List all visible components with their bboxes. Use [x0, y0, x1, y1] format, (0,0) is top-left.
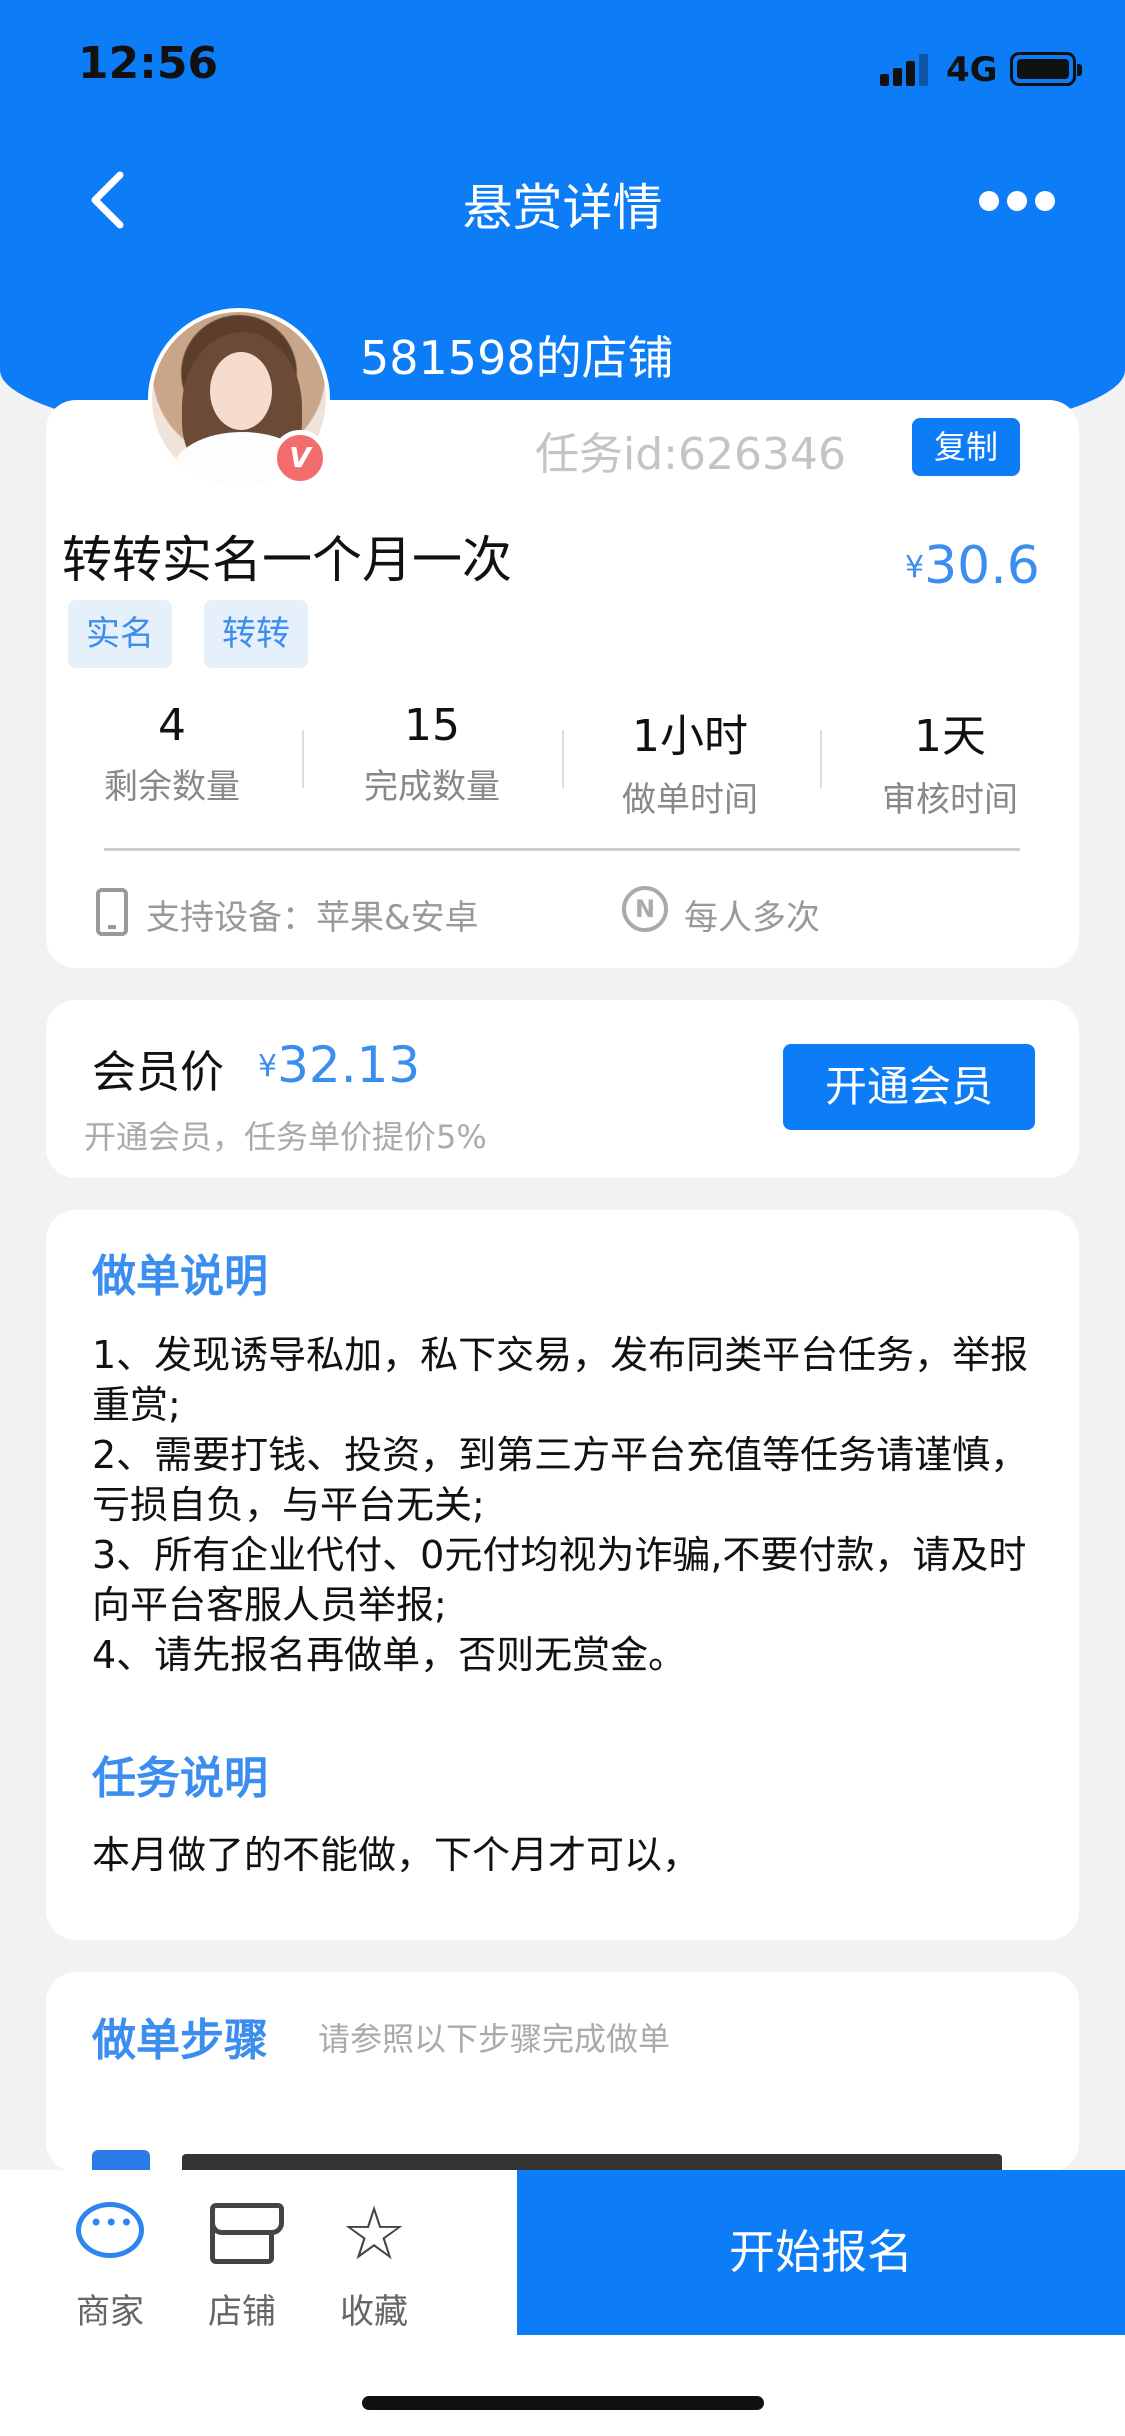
nav-bar: 悬赏详情 — [0, 150, 1125, 250]
stat-divider — [562, 730, 564, 788]
repeat-icon: N — [622, 886, 668, 932]
instructions-body: 1、发现诱导私加，私下交易，发布同类平台任务，举报重赏; 2、需要打钱、投资，到… — [92, 1330, 1032, 1680]
instructions-title: 做单说明 — [92, 1251, 268, 1302]
copy-button[interactable]: 复制 — [912, 418, 1020, 476]
supported-devices: 支持设备：苹果&安卓 — [146, 898, 479, 938]
start-signup-button[interactable]: 开始报名 — [517, 2170, 1125, 2335]
more-icon[interactable] — [975, 185, 1055, 215]
network-label: 4G — [946, 50, 998, 90]
status-time: 12:56 — [78, 38, 219, 89]
stat-review-time: 1天 审核时间 — [882, 711, 1018, 820]
stat-completed: 15 完成数量 — [364, 700, 500, 807]
signal-icon — [880, 52, 934, 86]
star-icon: ☆ — [340, 2191, 408, 2277]
stat-remaining: 4 剩余数量 — [104, 700, 240, 807]
task-id: 任务id:626346 — [535, 429, 846, 480]
task-price: ¥30.6 — [905, 536, 1040, 596]
tag-realname: 实名 — [68, 600, 172, 668]
task-title: 转转实名一个月一次 — [62, 531, 512, 589]
tag-zhuanzhuan: 转转 — [204, 600, 308, 668]
divider — [104, 848, 1020, 851]
instruction-item: 1、发现诱导私加，私下交易，发布同类平台任务，举报重赏; — [92, 1333, 1029, 1427]
chat-icon — [74, 2198, 146, 2270]
steps-hint: 请参照以下步骤完成做单 — [318, 2020, 671, 2058]
store-icon — [206, 2198, 284, 2270]
task-desc-text: 本月做了的不能做，下个月才可以， — [92, 1833, 701, 1877]
member-note: 开通会员，任务单价提价5% — [84, 1118, 487, 1156]
member-price: ¥32.13 — [258, 1036, 421, 1094]
instruction-item: 3、所有企业代付、0元付均视为诈骗,不要付款，请及时向平台客服人员举报; — [92, 1533, 1027, 1627]
home-area — [0, 2335, 1125, 2436]
repeat-policy: 每人多次 — [684, 898, 820, 938]
stat-work-time: 1小时 做单时间 — [622, 711, 758, 820]
steps-title: 做单步骤 — [92, 2015, 268, 2066]
tab-store[interactable]: 店铺 — [192, 2198, 292, 2333]
instruction-item: 2、需要打钱、投资，到第三方平台充值等任务请谨慎，亏损自负，与平台无关; — [92, 1433, 1029, 1527]
member-price-label: 会员价 — [92, 1047, 224, 1098]
battery-icon — [1010, 52, 1082, 86]
steps-card — [46, 1972, 1079, 2172]
tab-merchant[interactable]: 商家 — [60, 2198, 160, 2333]
shop-name[interactable]: 581598的店铺 — [360, 322, 674, 388]
step-item-cutoff — [92, 2150, 1032, 2172]
status-bar: 12:56 4G — [0, 0, 1125, 130]
stat-divider — [302, 730, 304, 788]
vip-badge-icon: V — [272, 430, 328, 486]
instruction-item: 4、请先报名再做单，否则无赏金。 — [92, 1633, 687, 1677]
page-title: 悬赏详情 — [462, 179, 663, 237]
open-membership-button[interactable]: 开通会员 — [783, 1044, 1035, 1130]
tab-favorite[interactable]: ☆ 收藏 — [324, 2191, 424, 2333]
stat-divider — [820, 730, 822, 788]
task-desc-title: 任务说明 — [92, 1753, 268, 1804]
home-indicator[interactable] — [362, 2396, 764, 2410]
phone-icon — [96, 888, 128, 936]
